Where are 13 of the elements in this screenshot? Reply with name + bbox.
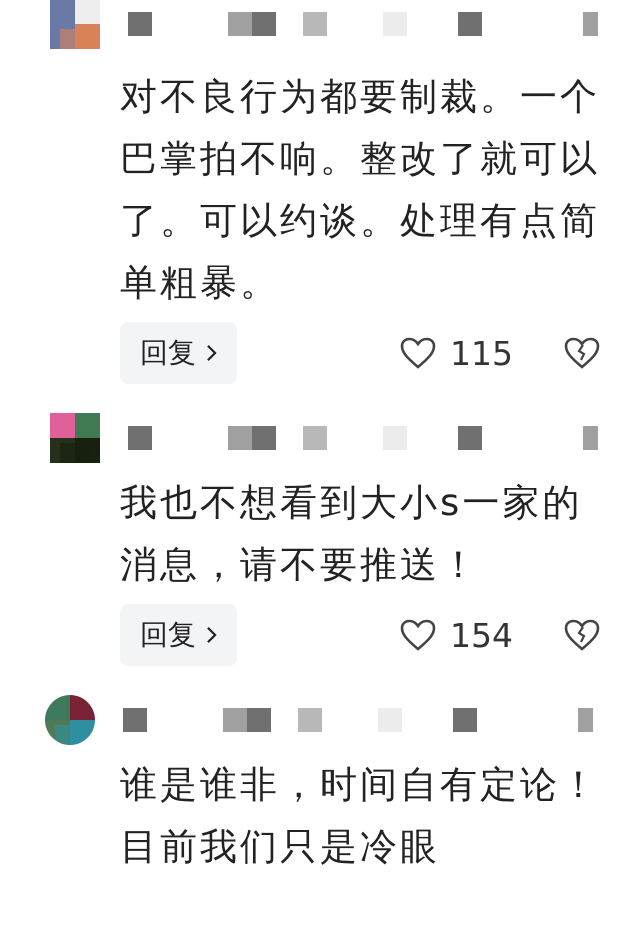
comment-text: 我也不想看到大小s一家的消息，请不要推送！	[120, 480, 584, 588]
heart-icon[interactable]	[400, 337, 436, 369]
reply-button[interactable]: 回复	[120, 604, 237, 666]
comment-text: 对不良行为都要制裁。一个巴掌拍不响。整改了就可以了。可以约谈。处理有点简单粗暴。	[120, 74, 601, 306]
broken-heart-icon[interactable]	[564, 337, 600, 369]
broken-heart-icon[interactable]	[564, 619, 600, 651]
heart-icon[interactable]	[400, 619, 436, 651]
reply-button[interactable]: 回复	[120, 322, 237, 384]
chevron-right-icon	[206, 344, 217, 362]
chevron-right-icon	[206, 626, 217, 644]
like-count: 115	[450, 334, 514, 372]
comment-text: 谁是谁非，时间自有定论！目前我们只是冷眼	[120, 762, 601, 870]
like-count: 154	[450, 616, 514, 654]
